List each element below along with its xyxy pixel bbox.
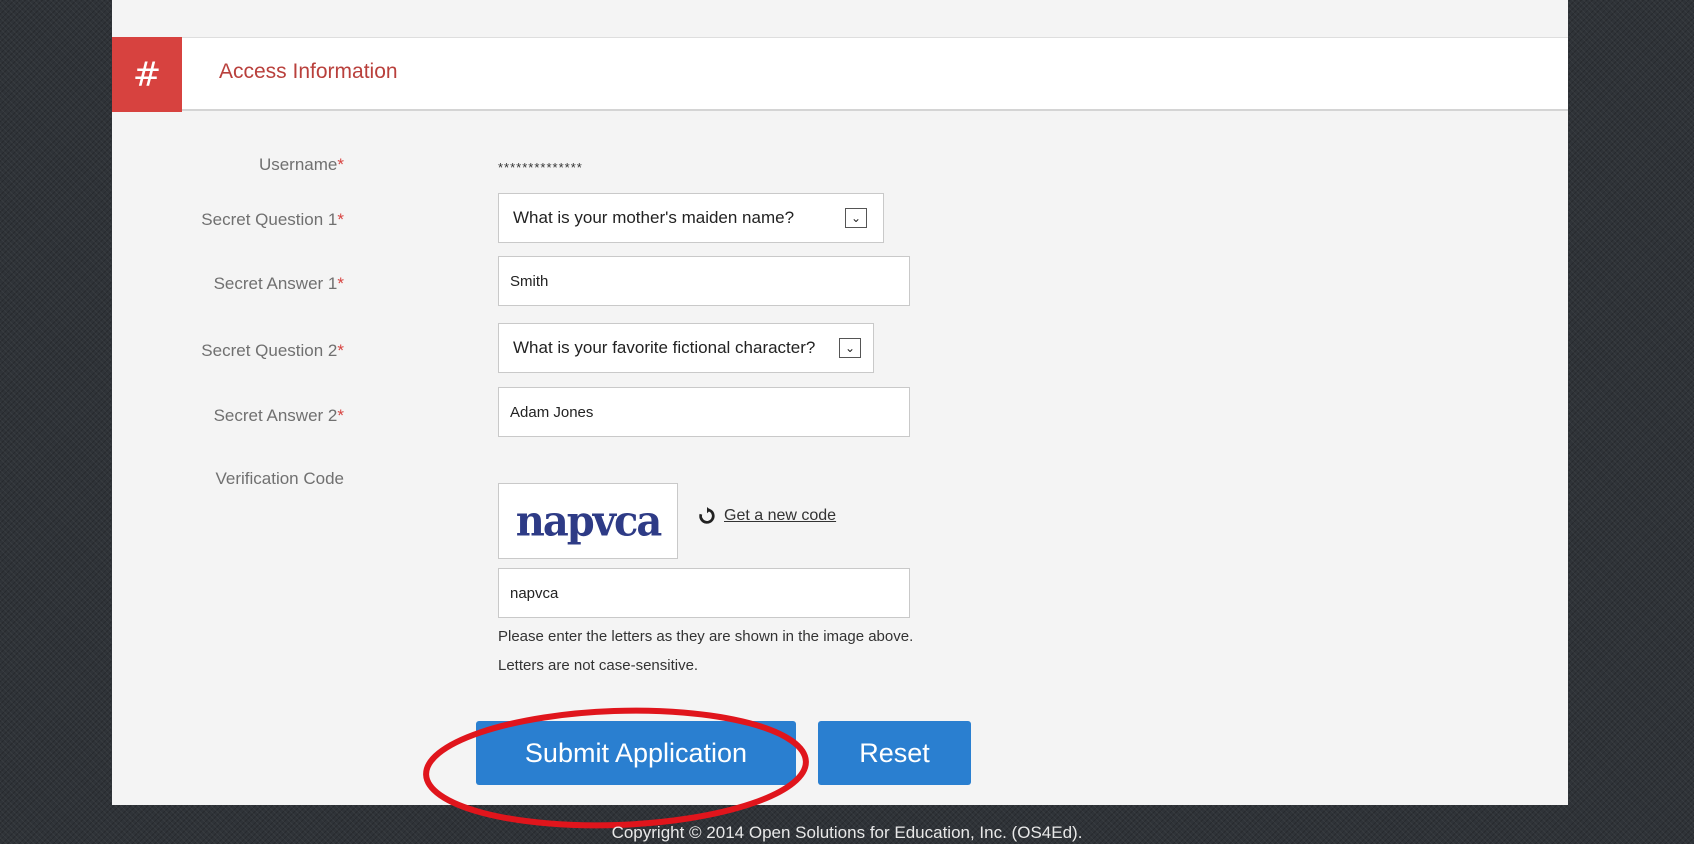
copyright-footer: Copyright © 2014 Open Solutions for Educ… (611, 823, 1083, 842)
section-header: # Access Information (112, 37, 1568, 112)
secret-question-2-label: Secret Question 2* (201, 341, 344, 360)
get-new-code[interactable]: Get a new code (698, 507, 836, 525)
captcha-image: napvca (498, 483, 678, 559)
reset-button[interactable]: Reset (818, 721, 971, 785)
secret-answer-1-label: Secret Answer 1* (213, 274, 344, 293)
verification-case-note: Letters are not case-sensitive. (498, 657, 699, 674)
secret-question-2-select[interactable]: What is your favorite fictional characte… (498, 323, 874, 373)
verification-code-label: Verification Code (215, 469, 344, 488)
secret-answer-2-input[interactable]: Adam Jones (498, 387, 910, 437)
section-title: Access Information (219, 60, 398, 83)
highlight-circle-annotation (423, 707, 809, 829)
get-new-code-link[interactable]: Get a new code (724, 507, 836, 525)
chevron-down-icon[interactable]: ⌄ (839, 338, 861, 358)
secret-answer-1-input[interactable]: Smith (498, 256, 910, 306)
chevron-down-icon[interactable]: ⌄ (845, 208, 867, 228)
secret-question-1-label: Secret Question 1* (201, 210, 344, 229)
refresh-icon[interactable] (698, 507, 716, 525)
verification-help-text: Please enter the letters as they are sho… (498, 628, 914, 645)
username-label: Username* (258, 155, 344, 174)
verification-code-input[interactable]: napvca (498, 568, 910, 618)
captcha-text: napvca (515, 496, 662, 546)
hash-icon: # (112, 37, 182, 112)
form-panel: # Access Information Username* *********… (112, 0, 1568, 805)
secret-question-1-select[interactable]: What is your mother's maiden name? ⌄ (498, 193, 884, 243)
username-value: ************** (498, 160, 583, 175)
secret-answer-2-label: Secret Answer 2* (213, 406, 344, 425)
